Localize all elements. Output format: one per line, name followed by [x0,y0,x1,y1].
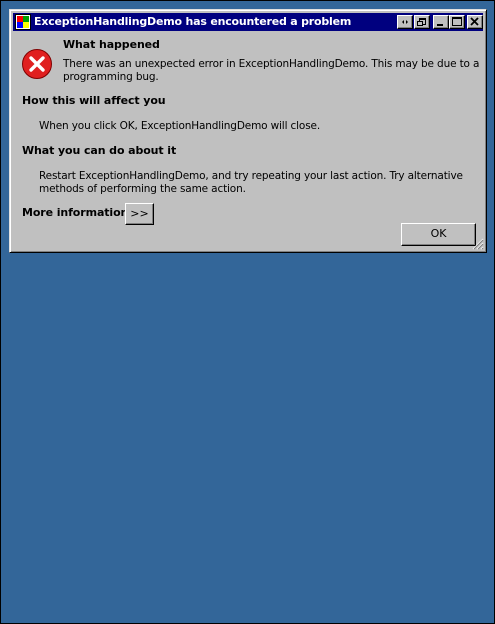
maximize-button[interactable] [449,15,465,29]
do-heading: What you can do about it [22,144,177,157]
close-icon [470,17,479,26]
do-line2: methods of performing the same action. [39,183,246,195]
affect-heading: How this will affect you [22,94,166,107]
desktop: ExceptionHandlingDemo has encountered a … [0,0,495,624]
dialog-content: What happened There was an unexpected er… [10,34,486,252]
minimize-button[interactable] [433,15,449,29]
more-information-button[interactable]: >> [125,203,154,225]
more-information-label: More information [22,206,129,219]
what-happened-line1: There was an unexpected error in Excepti… [63,58,480,70]
maximize-icon [452,17,462,26]
close-button[interactable] [467,15,483,29]
app-icon [15,14,31,30]
ok-button[interactable]: OK [401,223,476,246]
size-grip-icon[interactable] [472,238,484,250]
help-button[interactable] [397,15,413,29]
do-line1: Restart ExceptionHandlingDemo, and try r… [39,170,463,182]
what-happened-line2: programming bug. [63,71,159,83]
restore-icon [417,18,426,26]
minimize-icon [437,24,443,26]
window-title: ExceptionHandlingDemo has encountered a … [34,15,352,28]
what-happened-heading: What happened [63,38,160,51]
error-dialog: ExceptionHandlingDemo has encountered a … [9,9,487,253]
restore-button[interactable] [414,15,430,29]
affect-body: When you click OK, ExceptionHandlingDemo… [39,120,321,132]
help-icon [402,20,408,24]
error-icon [22,49,52,79]
title-bar[interactable]: ExceptionHandlingDemo has encountered a … [13,13,483,31]
